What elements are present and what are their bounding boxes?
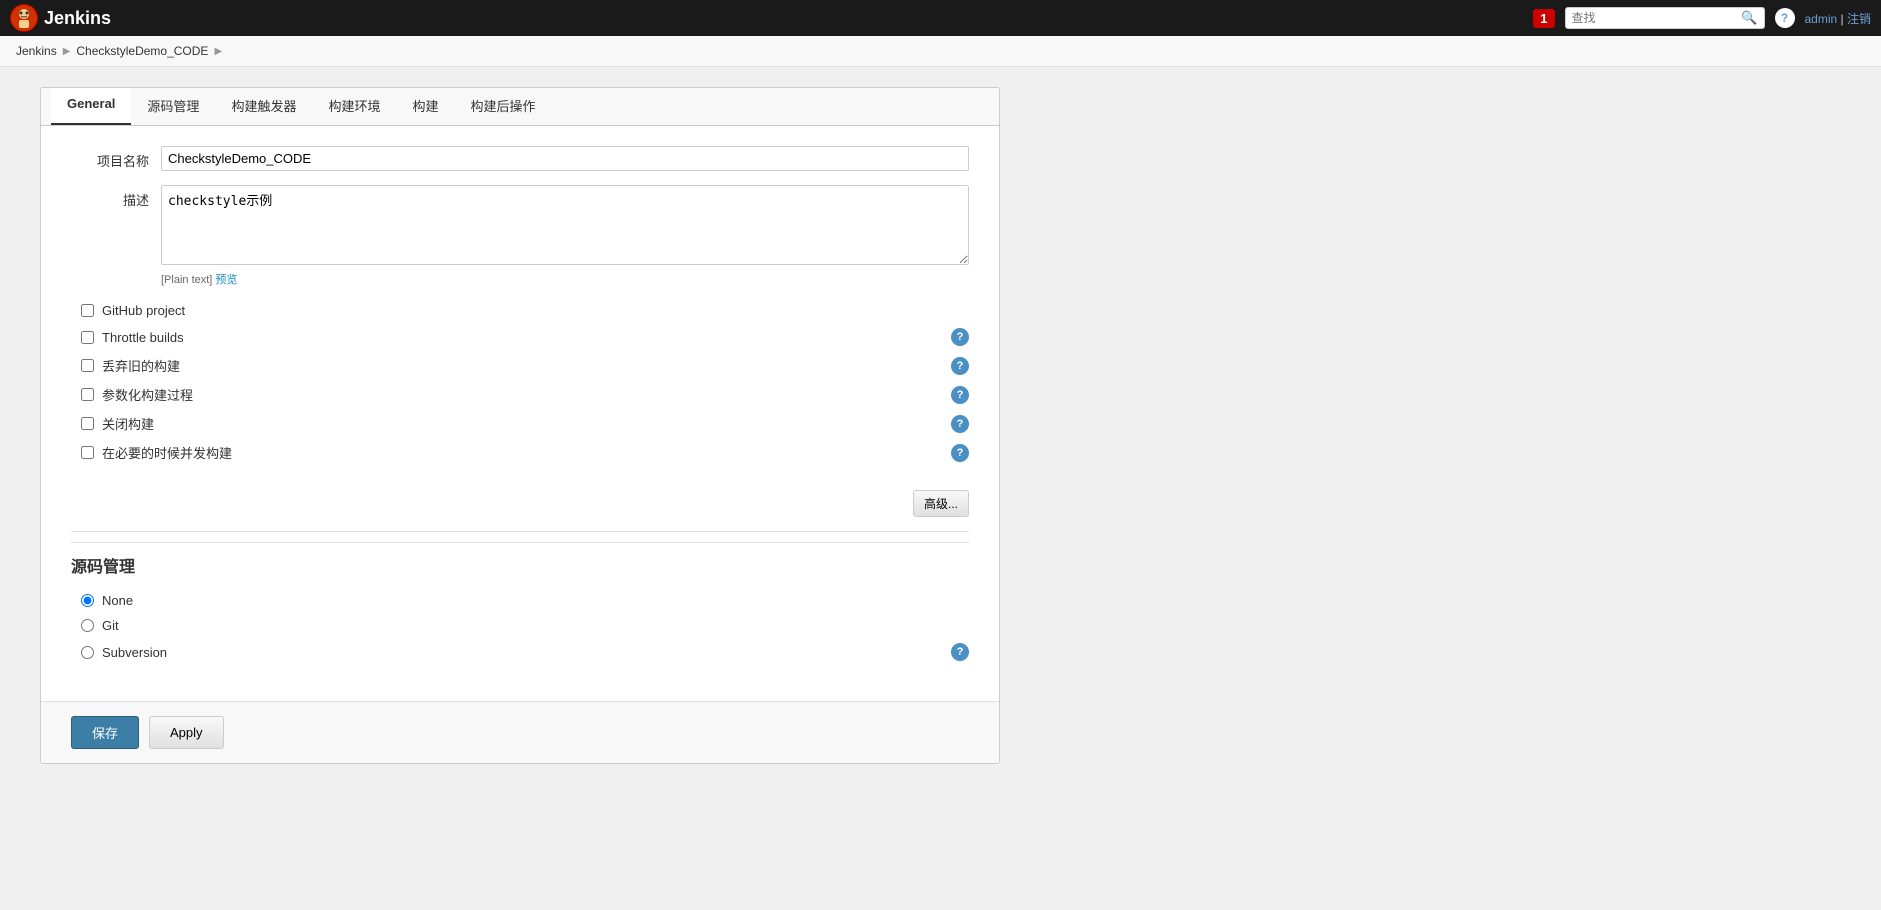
radio-section: None Git Subversion ?: [71, 593, 969, 681]
discard-checkbox[interactable]: [81, 359, 94, 372]
project-name-row: 项目名称: [71, 146, 969, 171]
github-label: GitHub project: [102, 303, 185, 318]
param-label: 参数化构建过程: [102, 385, 193, 404]
advanced-section: 高级...: [71, 480, 969, 527]
breadcrumb-sep-2: ▶: [214, 46, 222, 57]
discard-help-icon[interactable]: ?: [951, 357, 969, 375]
save-button[interactable]: 保存: [71, 716, 139, 749]
param-checkbox[interactable]: [81, 388, 94, 401]
main-content: General 源码管理 构建触发器 构建环境 构建 构建后操作 项目名称 描述…: [0, 67, 1881, 784]
breadcrumb-home[interactable]: Jenkins: [16, 44, 57, 58]
form-area: 项目名称 描述 checkstyle示例 [Plain text] 预览: [41, 126, 999, 701]
checkbox-concurrent: 在必要的时候并发构建 ?: [81, 441, 969, 464]
tab-build[interactable]: 构建: [396, 88, 454, 125]
tab-triggers[interactable]: 构建触发器: [215, 88, 312, 125]
disable-label: 关闭构建: [102, 414, 154, 433]
search-input[interactable]: [1572, 11, 1742, 25]
user-info: admin | 注销: [1805, 10, 1872, 27]
tab-bar: General 源码管理 构建触发器 构建环境 构建 构建后操作: [41, 88, 999, 126]
breadcrumb-sep-1: ▶: [63, 46, 71, 57]
throttle-help-icon[interactable]: ?: [951, 328, 969, 346]
user-link[interactable]: admin: [1805, 12, 1838, 26]
radio-none-row: None: [81, 593, 969, 608]
search-icon: 🔍: [1741, 10, 1757, 26]
search-box[interactable]: 🔍: [1565, 7, 1765, 29]
project-name-input[interactable]: [161, 146, 969, 171]
disable-checkbox[interactable]: [81, 417, 94, 430]
concurrent-help-icon[interactable]: ?: [951, 444, 969, 462]
project-name-wrap: [161, 146, 969, 171]
description-label: 描述: [71, 185, 161, 209]
source-section-header: 源码管理: [71, 542, 969, 593]
divider-1: [71, 531, 969, 532]
plain-text-label: [Plain text]: [161, 274, 212, 286]
project-name-label: 项目名称: [71, 146, 161, 170]
param-help-icon[interactable]: ?: [951, 386, 969, 404]
jenkins-logo-icon: [10, 4, 38, 32]
disable-help-icon[interactable]: ?: [951, 415, 969, 433]
radio-git-row: Git: [81, 618, 969, 633]
radio-svn[interactable]: [81, 646, 94, 659]
radio-none[interactable]: [81, 594, 94, 607]
description-textarea[interactable]: checkstyle示例: [161, 185, 969, 265]
breadcrumb: Jenkins ▶ CheckstyleDemo_CODE ▶: [0, 36, 1881, 67]
app-title: Jenkins: [44, 8, 111, 29]
description-wrap: checkstyle示例 [Plain text] 预览: [161, 185, 969, 287]
description-hint: [Plain text] 预览: [161, 271, 969, 287]
radio-git[interactable]: [81, 619, 94, 632]
advanced-button[interactable]: 高级...: [913, 490, 969, 517]
throttle-label: Throttle builds: [102, 330, 184, 345]
throttle-checkbox[interactable]: [81, 331, 94, 344]
notification-badge[interactable]: 1: [1533, 9, 1554, 28]
help-icon[interactable]: ?: [1775, 8, 1795, 28]
checkbox-param: 参数化构建过程 ?: [81, 383, 969, 406]
tab-source[interactable]: 源码管理: [131, 88, 215, 125]
apply-button[interactable]: Apply: [149, 716, 224, 749]
checkbox-github: GitHub project: [81, 301, 969, 320]
checkbox-section: GitHub project Throttle builds ? 丢弃旧的构建: [71, 301, 969, 480]
discard-label: 丢弃旧的构建: [102, 356, 180, 375]
tab-post[interactable]: 构建后操作: [454, 88, 551, 125]
logout-link[interactable]: 注销: [1847, 12, 1871, 26]
checkbox-discard: 丢弃旧的构建 ?: [81, 354, 969, 377]
breadcrumb-project[interactable]: CheckstyleDemo_CODE: [76, 44, 208, 58]
preview-link[interactable]: 预览: [215, 274, 237, 286]
description-row: 描述 checkstyle示例 [Plain text] 预览: [71, 185, 969, 287]
radio-git-label: Git: [102, 618, 119, 633]
checkbox-disable: 关闭构建 ?: [81, 412, 969, 435]
concurrent-checkbox[interactable]: [81, 446, 94, 459]
navbar: Jenkins 1 🔍 ? admin | 注销: [0, 0, 1881, 36]
config-panel: General 源码管理 构建触发器 构建环境 构建 构建后操作 项目名称 描述…: [40, 87, 1000, 764]
tab-env[interactable]: 构建环境: [312, 88, 396, 125]
radio-svn-label: Subversion: [102, 645, 167, 660]
radio-none-label: None: [102, 593, 133, 608]
brand: Jenkins: [10, 4, 111, 32]
github-checkbox[interactable]: [81, 304, 94, 317]
svn-help-icon[interactable]: ?: [951, 643, 969, 661]
radio-svn-row: Subversion ?: [81, 643, 969, 661]
concurrent-label: 在必要的时候并发构建: [102, 443, 232, 462]
tab-general[interactable]: General: [51, 88, 131, 125]
bottom-buttons: 保存 Apply: [41, 701, 999, 763]
checkbox-throttle: Throttle builds ?: [81, 326, 969, 348]
